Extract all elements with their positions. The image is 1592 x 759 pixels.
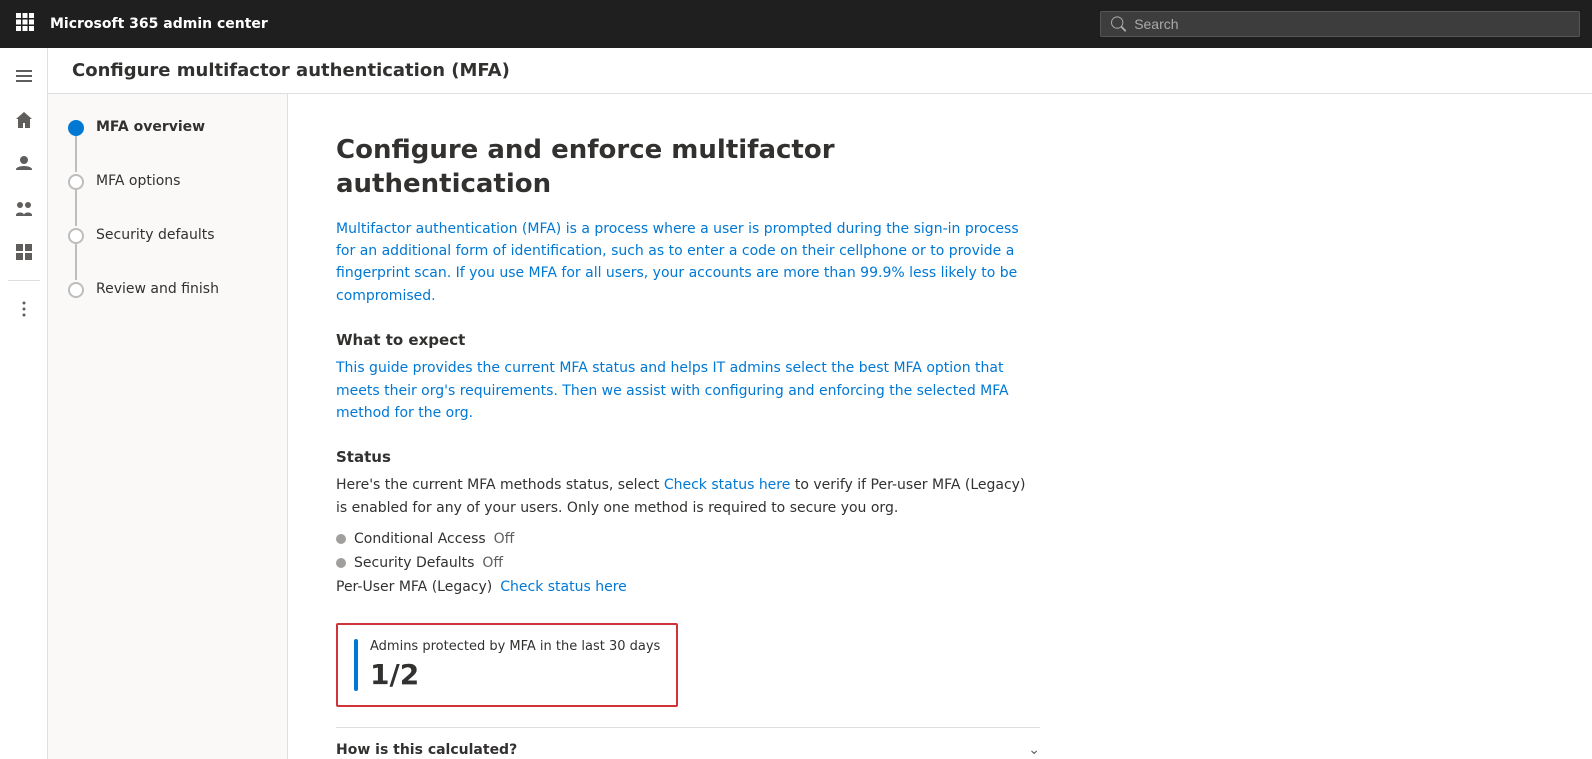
what-to-expect-text: This guide provides the current MFA stat… — [336, 357, 1040, 424]
per-user-mfa-label: Per-User MFA (Legacy) — [336, 579, 492, 595]
admin-box-inner: Admins protected by MFA in the last 30 d… — [354, 639, 660, 691]
home-nav-button[interactable] — [4, 100, 44, 140]
per-user-mfa-row: Per-User MFA (Legacy) Check status here — [336, 579, 1040, 595]
step2-line — [75, 190, 77, 226]
admin-box-value: 1/2 — [370, 658, 660, 691]
check-status-link-top[interactable]: Check status here — [664, 477, 791, 493]
status-section: Status Here's the current MFA methods st… — [336, 448, 1040, 595]
main-content: Configure multifactor authentication (MF… — [48, 48, 1592, 759]
status-desc-prefix: Here's the current MFA methods status, s… — [336, 477, 664, 493]
sidebar-divider — [8, 280, 40, 281]
step3-connector — [68, 226, 84, 280]
waffle-icon[interactable] — [12, 9, 38, 40]
users-nav-button[interactable] — [4, 144, 44, 184]
content-panel: MFA overview MFA options — [48, 94, 1592, 759]
content-main-title: Configure and enforce multifactor authen… — [336, 134, 1040, 202]
per-user-mfa-check-link[interactable]: Check status here — [500, 579, 627, 595]
main-scroll-area: Configure and enforce multifactor authen… — [288, 94, 1592, 759]
how-calculated-section[interactable]: How is this calculated? ⌄ — [336, 727, 1040, 759]
groups-nav-button[interactable] — [4, 188, 44, 228]
wizard-step-mfa-options: MFA options — [68, 172, 267, 226]
what-to-expect-heading: What to expect — [336, 331, 1040, 349]
step1-label: MFA overview — [96, 118, 205, 138]
step2-connector — [68, 172, 84, 226]
page-header: Configure multifactor authentication (MF… — [48, 48, 1592, 94]
hamburger-menu-button[interactable] — [4, 56, 44, 96]
step4-label: Review and finish — [96, 280, 219, 300]
admin-protected-box: Admins protected by MFA in the last 30 d… — [336, 623, 678, 707]
admin-box-bar — [354, 639, 358, 691]
conditional-access-dot — [336, 534, 346, 544]
conditional-access-label: Conditional Access — [354, 531, 486, 547]
wizard-sidebar: MFA overview MFA options — [48, 94, 288, 759]
step2-circle — [68, 174, 84, 190]
wizard-step-review-finish: Review and finish — [68, 280, 267, 300]
step1-connector — [68, 118, 84, 172]
step2-label: MFA options — [96, 172, 180, 192]
sidebar-icons — [0, 48, 48, 759]
conditional-access-value: Off — [494, 531, 515, 547]
status-description: Here's the current MFA methods status, s… — [336, 474, 1040, 519]
wizard-step-security-defaults: Security defaults — [68, 226, 267, 280]
step1-line — [75, 136, 77, 172]
wizard-steps: MFA overview MFA options — [68, 118, 267, 300]
step4-connector — [68, 280, 84, 298]
step4-circle — [68, 282, 84, 298]
security-defaults-label: Security Defaults — [354, 555, 474, 571]
app-title: Microsoft 365 admin center — [50, 16, 1088, 32]
page-title: Configure multifactor authentication (MF… — [72, 60, 510, 81]
admin-box-label: Admins protected by MFA in the last 30 d… — [370, 639, 660, 654]
how-calculated-label: How is this calculated? — [336, 742, 517, 758]
security-defaults-row: Security Defaults Off — [336, 555, 1040, 571]
chevron-down-icon: ⌄ — [1028, 742, 1040, 758]
search-icon — [1111, 16, 1126, 32]
step3-label: Security defaults — [96, 226, 215, 246]
content-description: Multifactor authentication (MFA) is a pr… — [336, 218, 1040, 308]
topbar: Microsoft 365 admin center — [0, 0, 1592, 48]
step3-circle — [68, 228, 84, 244]
search-bar[interactable] — [1100, 11, 1580, 37]
step3-line — [75, 244, 77, 280]
conditional-access-row: Conditional Access Off — [336, 531, 1040, 547]
security-defaults-dot — [336, 558, 346, 568]
status-heading: Status — [336, 448, 1040, 466]
dashboard-nav-button[interactable] — [4, 232, 44, 272]
wizard-step-mfa-overview: MFA overview — [68, 118, 267, 172]
admin-box-content: Admins protected by MFA in the last 30 d… — [370, 639, 660, 691]
step1-circle — [68, 120, 84, 136]
app-layout: Configure multifactor authentication (MF… — [0, 48, 1592, 759]
content-body: Configure and enforce multifactor authen… — [288, 94, 1088, 759]
security-defaults-value: Off — [482, 555, 503, 571]
search-input[interactable] — [1134, 16, 1569, 32]
more-nav-button[interactable] — [4, 289, 44, 329]
